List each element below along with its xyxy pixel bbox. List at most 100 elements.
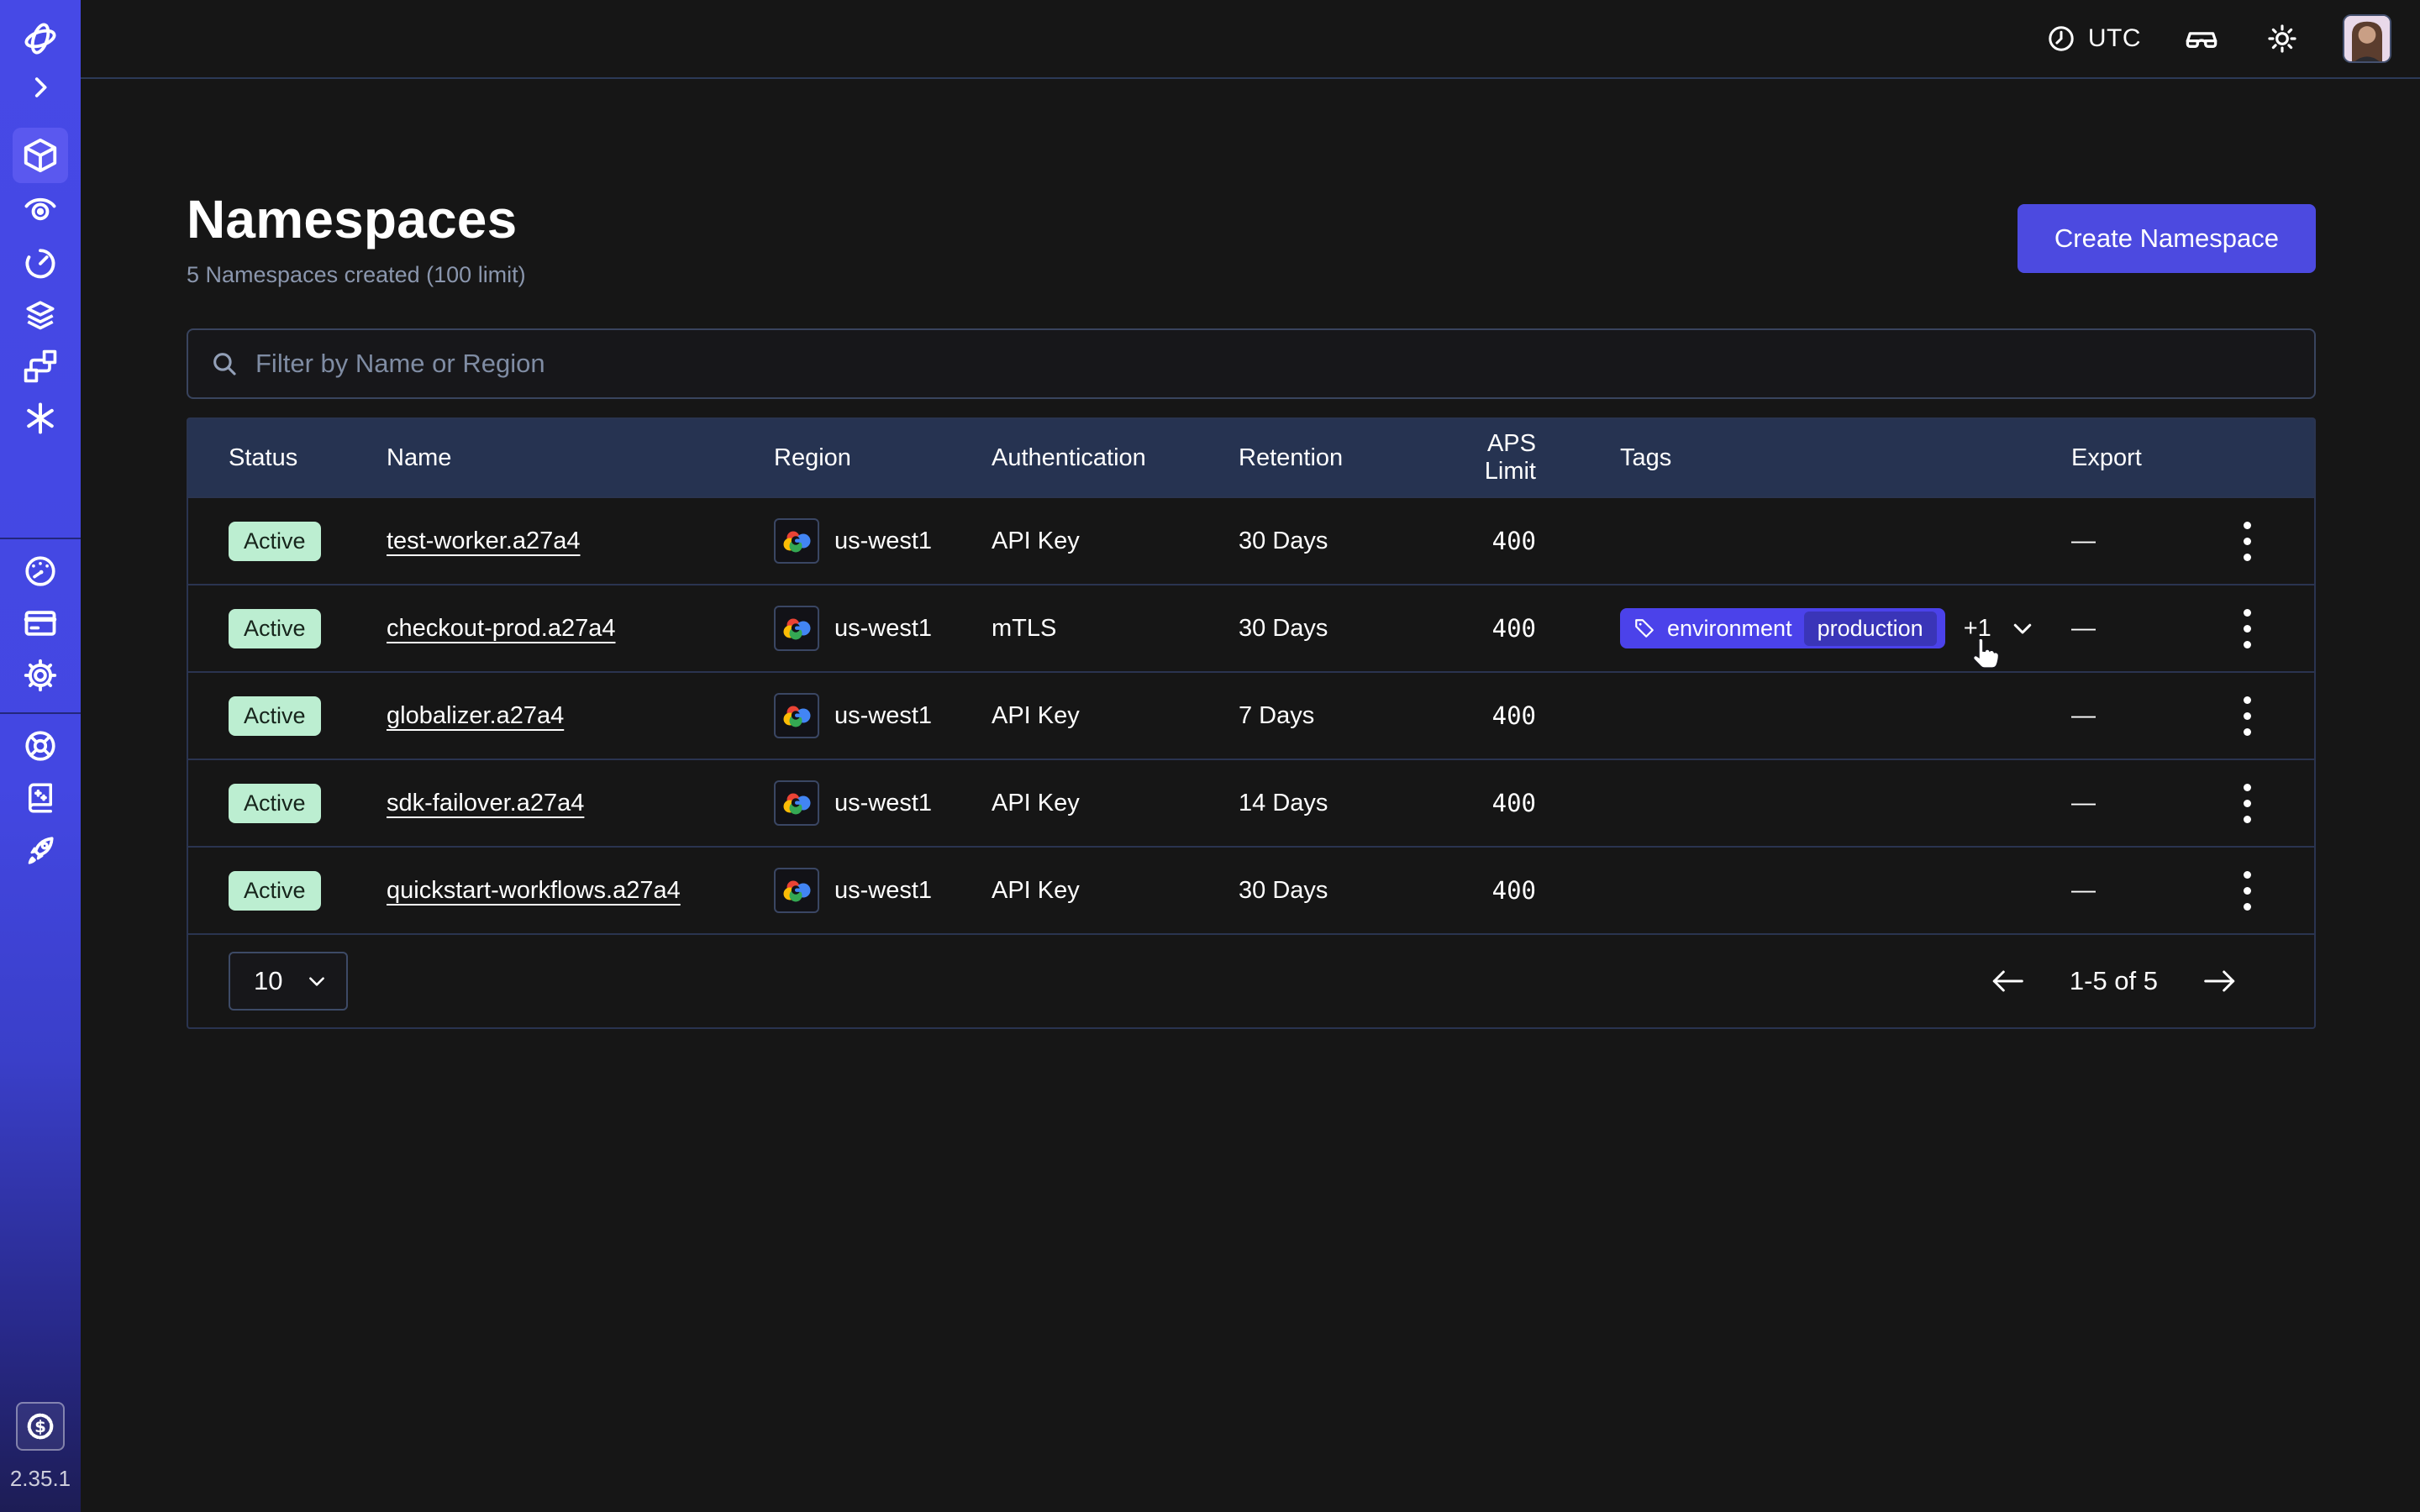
app-version: 2.35.1 bbox=[10, 1466, 71, 1492]
tags-expand-button[interactable] bbox=[2010, 616, 2035, 641]
status-badge: Active bbox=[229, 609, 321, 648]
sidebar-divider bbox=[0, 538, 81, 539]
gcp-cloud-icon bbox=[774, 868, 819, 913]
page-title: Namespaces bbox=[187, 188, 526, 250]
export-value: — bbox=[2045, 528, 2180, 555]
namespace-link[interactable]: globalizer.a27a4 bbox=[387, 702, 564, 729]
table-row: Active quickstart-workflows.a27a4 us-wes… bbox=[188, 846, 2314, 933]
tag-value: production bbox=[1804, 612, 1937, 646]
sidebar-expand-chevron-icon[interactable] bbox=[20, 67, 60, 108]
namespace-link[interactable]: test-worker.a27a4 bbox=[387, 528, 581, 554]
sidebar-item-support[interactable] bbox=[20, 726, 60, 766]
book-sparkles-icon bbox=[23, 780, 58, 816]
table-row: Active globalizer.a27a4 us-west1 API Key bbox=[188, 671, 2314, 759]
gcp-cloud-icon bbox=[774, 693, 819, 738]
sidebar-item-get-started[interactable] bbox=[20, 830, 60, 870]
table-row: Active test-worker.a27a4 us-west1 API Ke… bbox=[188, 496, 2314, 584]
aps-limit-value: 400 bbox=[1432, 789, 1575, 817]
next-page-button[interactable] bbox=[2202, 968, 2238, 995]
namespace-link[interactable]: quickstart-workflows.a27a4 bbox=[387, 877, 681, 904]
sidebar-item-docs[interactable] bbox=[20, 778, 60, 818]
branch-icon bbox=[22, 348, 59, 385]
user-avatar[interactable] bbox=[2343, 14, 2391, 63]
retention-label: 7 Days bbox=[1239, 702, 1432, 730]
table-row: Active sdk-failover.a27a4 us-west1 API K… bbox=[188, 759, 2314, 846]
tag-chip[interactable]: environment production bbox=[1620, 608, 1945, 648]
sidebar-divider bbox=[0, 712, 81, 714]
col-name: Name bbox=[387, 444, 774, 472]
export-value: — bbox=[2045, 790, 2180, 817]
row-menu-button[interactable] bbox=[2224, 774, 2270, 832]
avatar-photo bbox=[2344, 16, 2390, 61]
temporal-logo-icon[interactable] bbox=[20, 18, 60, 59]
layers-icon bbox=[22, 296, 59, 333]
export-value: — bbox=[2045, 877, 2180, 905]
dollar-seal-icon: $ bbox=[24, 1410, 56, 1442]
row-menu-button[interactable] bbox=[2224, 512, 2270, 570]
row-menu-button[interactable] bbox=[2224, 599, 2270, 658]
sidebar: $ 2.35.1 bbox=[0, 0, 81, 1512]
namespaces-table: Status Name Region Authentication Retent… bbox=[187, 417, 2316, 1029]
sidebar-item-deployments[interactable] bbox=[20, 294, 60, 334]
namespace-link[interactable]: checkout-prod.a27a4 bbox=[387, 615, 615, 642]
theme-toggle-button[interactable] bbox=[2262, 18, 2302, 59]
arrow-left-icon bbox=[1989, 968, 2026, 995]
prev-page-button[interactable] bbox=[1989, 968, 2026, 995]
retention-label: 14 Days bbox=[1239, 790, 1432, 817]
auth-label: API Key bbox=[992, 790, 1239, 817]
gcp-cloud-icon bbox=[774, 518, 819, 564]
export-value: — bbox=[2045, 615, 2180, 643]
col-aps-limit: APS Limit bbox=[1432, 430, 1575, 486]
region-label: us-west1 bbox=[834, 702, 932, 730]
retention-label: 30 Days bbox=[1239, 615, 1432, 643]
sidebar-item-batch[interactable] bbox=[20, 346, 60, 386]
sidebar-item-settings[interactable] bbox=[20, 655, 60, 696]
filter-input[interactable] bbox=[255, 349, 2292, 379]
sidebar-item-billing[interactable] bbox=[20, 603, 60, 643]
region-label: us-west1 bbox=[834, 528, 932, 555]
arrow-right-icon bbox=[2202, 968, 2238, 995]
auth-label: API Key bbox=[992, 877, 1239, 905]
clock-icon bbox=[2046, 24, 2076, 54]
retention-label: 30 Days bbox=[1239, 528, 1432, 555]
credit-card-icon bbox=[22, 605, 59, 642]
col-status: Status bbox=[188, 444, 387, 472]
lifebuoy-icon bbox=[22, 727, 59, 764]
labs-toggle-button[interactable] bbox=[2181, 18, 2222, 59]
sidebar-item-namespaces[interactable] bbox=[13, 128, 68, 183]
auth-label: mTLS bbox=[992, 615, 1239, 643]
status-badge: Active bbox=[229, 871, 321, 911]
page-size-value: 10 bbox=[254, 966, 282, 996]
namespace-link[interactable]: sdk-failover.a27a4 bbox=[387, 790, 584, 816]
col-region: Region bbox=[774, 444, 992, 472]
row-menu-button[interactable] bbox=[2224, 861, 2270, 920]
sidebar-item-insights[interactable] bbox=[20, 190, 60, 230]
app-window: $ 2.35.1 UTC bbox=[0, 0, 2420, 1512]
col-retention: Retention bbox=[1239, 444, 1432, 472]
create-namespace-button[interactable]: Create Namespace bbox=[2018, 204, 2316, 273]
asterisk-icon bbox=[22, 400, 59, 437]
aps-limit-value: 400 bbox=[1432, 527, 1575, 555]
rocket-icon bbox=[22, 832, 59, 869]
svg-text:$: $ bbox=[34, 1417, 46, 1436]
row-menu-button[interactable] bbox=[2224, 686, 2270, 745]
filter-bar bbox=[187, 328, 2316, 399]
region-label: us-west1 bbox=[834, 615, 932, 643]
page-size-select[interactable]: 10 bbox=[229, 952, 348, 1011]
glasses-icon bbox=[2184, 21, 2219, 56]
region-label: us-west1 bbox=[834, 877, 932, 905]
tag-icon bbox=[1634, 617, 1655, 639]
status-badge: Active bbox=[229, 784, 321, 823]
timer-icon bbox=[22, 244, 59, 281]
sidebar-item-nexus[interactable] bbox=[20, 398, 60, 438]
plan-badge-button[interactable]: $ bbox=[16, 1402, 65, 1451]
chevron-down-icon bbox=[2010, 616, 2035, 641]
sidebar-item-usage[interactable] bbox=[20, 551, 60, 591]
timezone-selector[interactable]: UTC bbox=[2046, 24, 2141, 54]
table-footer: 10 1-5 of 5 bbox=[188, 933, 2314, 1027]
gauge-icon bbox=[22, 553, 59, 590]
col-export: Export bbox=[2045, 444, 2180, 472]
sidebar-item-schedules[interactable] bbox=[20, 242, 60, 282]
gcp-cloud-icon bbox=[774, 780, 819, 826]
eye-icon bbox=[22, 192, 59, 228]
